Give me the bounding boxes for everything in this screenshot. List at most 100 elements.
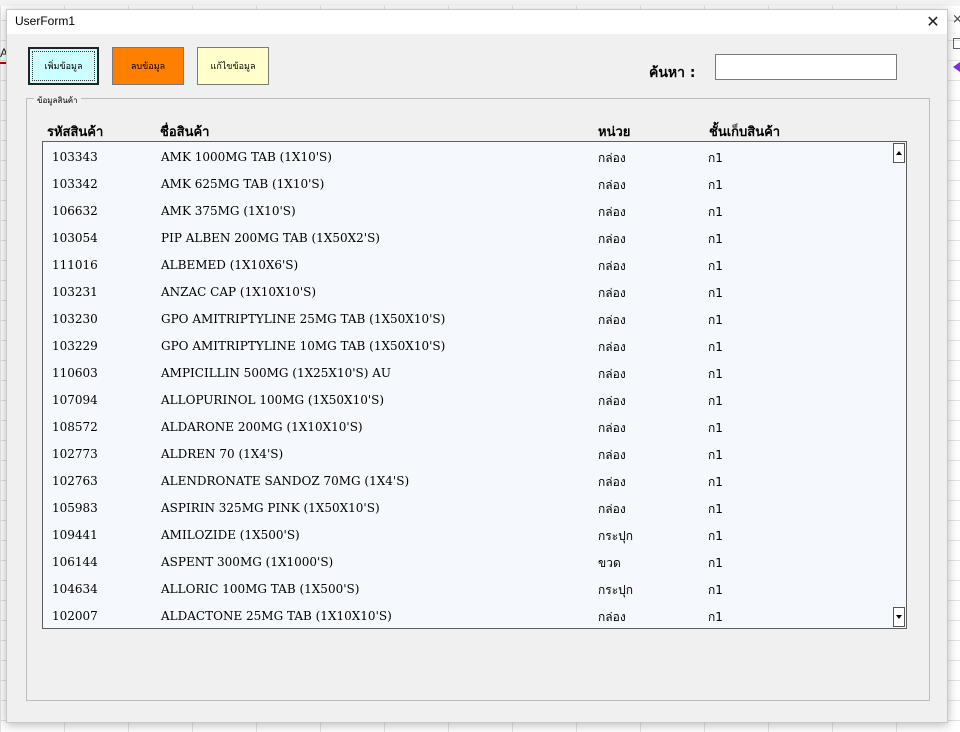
cell-shelf: ก1 [708,286,723,300]
cell-name: ALBEMED (1X10X6'S) [161,258,299,272]
list-item[interactable]: 102763 ALENDRONATE SANDOZ 70MG (1X4'S) กล่… [43,468,893,495]
cell-shelf: ก1 [708,610,723,624]
excel-menu-strip [0,0,960,6]
title-bar: UserForm1 ✕ [7,10,947,34]
cell-unit: กล่อง [598,259,626,273]
cell-code: 106632 [52,204,98,218]
cell-shelf: ก1 [708,502,723,516]
list-item[interactable]: 110603 AMPICILLIN 500MG (1X25X10'S) AU กล่… [43,360,893,387]
cell-name: ANZAC CAP (1X10X10'S) [161,285,317,299]
edit-button[interactable]: แก้ไขข้อมูล [197,47,269,85]
cell-shelf: ก1 [708,529,723,543]
cell-code: 108572 [52,420,98,434]
cell-code: 110603 [52,366,98,380]
cell-name: PIP ALBEN 200MG TAB (1X50X2'S) [161,231,380,245]
cell-code: 103230 [52,312,98,326]
cell-unit: กล่อง [598,502,626,516]
list-item[interactable]: 103054 PIP ALBEN 200MG TAB (1X50X2'S) กล่อ… [43,225,893,252]
cell-name: ALLORIC 100MG TAB (1X500'S) [161,582,360,596]
cell-unit: กล่อง [598,205,626,219]
cell-code: 104634 [52,582,98,596]
cell-code: 102007 [52,609,98,623]
close-icon[interactable]: ✕ [923,12,943,32]
cell-unit: กล่อง [598,340,626,354]
cell-code: 103054 [52,231,98,245]
cell-name: ASPIRIN 325MG PINK (1X50X10'S) [161,501,380,515]
list-item[interactable]: 105983 ASPIRIN 325MG PINK (1X50X10'S) กล่อ… [43,495,893,522]
list-item[interactable]: 106144 ASPENT 300MG (1X1000'S) ขวด ก1 [43,549,893,576]
search-input[interactable] [715,54,897,80]
cell-code: 107094 [52,393,98,407]
cell-code: 102763 [52,474,98,488]
list-item[interactable]: 102773 ALDREN 70 (1X4'S) กล่อง ก1 [43,441,893,468]
list-item[interactable]: 104634 ALLORIC 100MG TAB (1X500'S) กระปุก ก… [43,576,893,603]
cell-code: 103229 [52,339,98,353]
cell-code: 109441 [52,528,98,542]
cell-unit: กล่อง [598,313,626,327]
cell-unit: กล่อง [598,448,626,462]
cell-shelf: ก1 [708,178,723,192]
listbox-rows: 103343 AMK 1000MG TAB (1X10'S) กล่อง ก1 1033… [43,144,893,628]
cell-shelf: ก1 [708,475,723,489]
cell-shelf: ก1 [708,367,723,381]
background-close-icon: × [952,12,960,27]
cell-code: 105983 [52,501,98,515]
vertical-scrollbar[interactable] [892,142,906,628]
cell-name: GPO AMITRIPTYLINE 10MG TAB (1X50X10'S) [161,339,446,353]
cell-code: 106144 [52,555,98,569]
cell-unit: กล่อง [598,475,626,489]
cell-unit: กล่อง [598,232,626,246]
cell-name: ALLOPURINOL 100MG (1X50X10'S) [161,393,385,407]
cell-shelf: ก1 [708,340,723,354]
list-item[interactable]: 103229 GPO AMITRIPTYLINE 10MG TAB (1X50X1… [43,333,893,360]
list-item[interactable]: 103342 AMK 625MG TAB (1X10'S) กล่อง ก1 [43,171,893,198]
cell-name: AMK 1000MG TAB (1X10'S) [161,150,332,164]
list-item[interactable]: 107094 ALLOPURINOL 100MG (1X50X10'S) กล่อง… [43,387,893,414]
list-item[interactable]: 103343 AMK 1000MG TAB (1X10'S) กล่อง ก1 [43,144,893,171]
list-item[interactable]: 103231 ANZAC CAP (1X10X10'S) กล่อง ก1 [43,279,893,306]
cell-name: AMK 625MG TAB (1X10'S) [161,177,325,191]
cell-unit: กระปุก [598,529,634,543]
column-header-name: ชื่อสินค้า [160,125,210,140]
cell-shelf: ก1 [708,313,723,327]
cell-code: 102773 [52,447,98,461]
product-listbox[interactable]: 103343 AMK 1000MG TAB (1X10'S) กล่อง ก1 1033… [42,141,907,629]
cell-unit: กล่อง [598,286,626,300]
background-arrow-icon [953,62,960,72]
list-item[interactable]: 103230 GPO AMITRIPTYLINE 25MG TAB (1X50X1… [43,306,893,333]
add-button[interactable]: เพิ่มข้อมูล [28,47,99,85]
scroll-up-icon[interactable] [893,143,905,163]
cell-unit: ขวด [598,556,621,570]
background-pane-icon [953,38,960,49]
window-title: UserForm1 [15,14,76,28]
list-item[interactable]: 109441 AMILOZIDE (1X500'S) กระปุก ก1 [43,522,893,549]
scroll-down-icon[interactable] [893,607,905,627]
cell-shelf: ก1 [708,421,723,435]
cell-shelf: ก1 [708,394,723,408]
cell-code: 103343 [52,150,98,164]
cell-code: 103231 [52,285,98,299]
cell-unit: กล่อง [598,367,626,381]
cell-name: ALDACTONE 25MG TAB (1X10X10'S) [161,609,392,623]
cell-name: AMPICILLIN 500MG (1X25X10'S) AU [161,366,392,380]
list-item[interactable]: 102007 ALDACTONE 25MG TAB (1X10X10'S) กล่อ… [43,603,893,628]
column-header-unit: หน่วย [598,125,631,140]
cell-unit: กล่อง [598,178,626,192]
cell-code: 103342 [52,177,98,191]
userform-window: UserForm1 ✕ เพิ่มข้อมูล ลบข้อมูล แก้ไขข้… [6,9,948,723]
cell-shelf: ก1 [708,583,723,597]
list-item[interactable]: 108572 ALDARONE 200MG (1X10X10'S) กล่อง ก1 [43,414,893,441]
column-header-code: รหัสสินค้า [47,125,104,140]
frame-caption: ข้อมูลสินค้า [34,94,81,107]
list-item[interactable]: 106632 AMK 375MG (1X10'S) กล่อง ก1 [43,198,893,225]
cell-unit: กล่อง [598,394,626,408]
cell-name: ALDARONE 200MG (1X10X10'S) [161,420,363,434]
list-item[interactable]: 111016 ALBEMED (1X10X6'S) กล่อง ก1 [43,252,893,279]
cell-shelf: ก1 [708,556,723,570]
cell-name: AMK 375MG (1X10'S) [161,204,296,218]
cell-unit: กระปุก [598,583,634,597]
cell-shelf: ก1 [708,232,723,246]
delete-button[interactable]: ลบข้อมูล [112,47,184,85]
cell-name: AMILOZIDE (1X500'S) [161,528,300,542]
column-header-shelf: ชั้นเก็บสินค้า [709,125,781,140]
